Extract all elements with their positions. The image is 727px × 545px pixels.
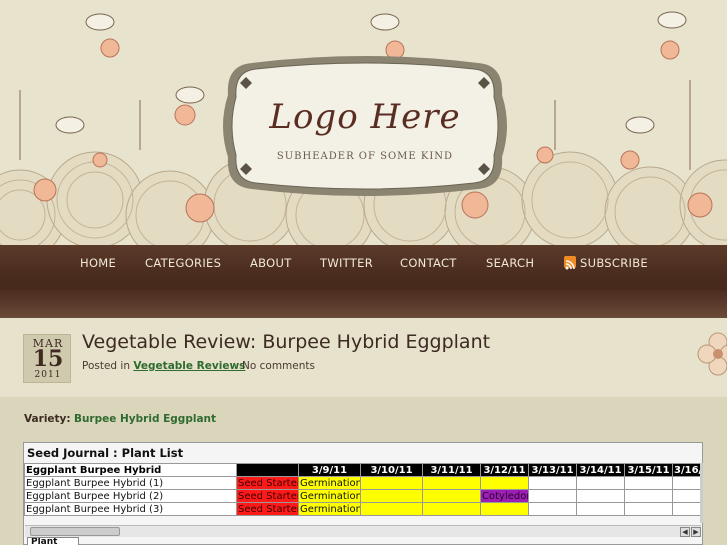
data-cell[interactable]: Germination [298, 489, 361, 503]
data-cell[interactable] [528, 476, 577, 490]
header-cell-date[interactable]: 3/12/11 [480, 463, 529, 477]
data-cell[interactable]: Seed Starter [236, 476, 299, 490]
data-cell[interactable]: Germination [298, 476, 361, 490]
data-cell[interactable] [360, 502, 423, 516]
sheet-tab-plant-list[interactable]: Plant List [27, 537, 79, 545]
data-cell[interactable] [360, 489, 423, 503]
post-meta: Posted in Vegetable Reviews [82, 360, 245, 372]
data-cell[interactable]: Seed Starter [236, 489, 299, 503]
rss-icon[interactable] [564, 256, 576, 270]
header-cell-date[interactable]: 3/9/11 [298, 463, 361, 477]
data-cell[interactable] [480, 502, 529, 516]
variety-label: Variety: [24, 413, 71, 425]
data-cell[interactable] [624, 476, 673, 490]
data-cell[interactable]: Cotyledons [480, 489, 529, 503]
data-cell[interactable] [422, 502, 481, 516]
logo-frame[interactable]: Logo Here SUBHEADER OF SOME KIND [222, 55, 508, 197]
logo-text: Logo Here [269, 97, 461, 137]
spreadsheet-header-row: Eggplant Burpee Hybrid 3/9/11 3/10/11 3/11/… [24, 463, 703, 477]
data-cell[interactable] [672, 502, 703, 516]
scroll-thumb[interactable] [30, 527, 120, 536]
data-cell[interactable] [624, 502, 673, 516]
data-cell[interactable] [576, 476, 625, 490]
post-date-day: 15 [32, 346, 64, 372]
nav-item-subscribe[interactable]: SUBSCRIBE [580, 256, 648, 270]
data-cell[interactable] [422, 476, 481, 490]
header-cell-date[interactable]: 3/14/11 [576, 463, 625, 477]
header-cell-date[interactable]: 3/15/11 [624, 463, 673, 477]
data-cell[interactable] [528, 502, 577, 516]
row-name-cell[interactable]: Eggplant Burpee Hybrid (1) [24, 476, 237, 490]
header-cell-date[interactable]: 3/16/11 [672, 463, 703, 477]
spreadsheet-row: Eggplant Burpee Hybrid (1) Seed Starter Ge… [24, 476, 703, 490]
variety-line: Variety: Burpee Hybrid Eggplant [24, 413, 216, 425]
flower-decoration-icon [697, 332, 727, 376]
nav-bottom-band [0, 290, 727, 318]
spreadsheet-row: Eggplant Burpee Hybrid (3) Seed Starter Ge… [24, 502, 703, 516]
vertical-scrollbar[interactable] [700, 463, 703, 523]
row-name-cell[interactable]: Eggplant Burpee Hybrid (3) [24, 502, 237, 516]
data-cell[interactable]: Seed Starter [236, 502, 299, 516]
horizontal-scrollbar[interactable]: ◀ ▶ [25, 525, 701, 537]
data-cell[interactable] [576, 489, 625, 503]
header-cell-date[interactable]: 3/10/11 [360, 463, 423, 477]
data-cell[interactable] [480, 476, 529, 490]
variety-value[interactable]: Burpee Hybrid Eggplant [74, 413, 216, 425]
data-cell[interactable] [576, 502, 625, 516]
embedded-spreadsheet[interactable]: Seed Journal : Plant List Eggplant Burpe… [23, 442, 703, 545]
spreadsheet-grid: Eggplant Burpee Hybrid 3/9/11 3/10/11 3/11/… [24, 463, 703, 516]
spreadsheet-title: Seed Journal : Plant List [27, 446, 184, 460]
data-cell[interactable] [624, 489, 673, 503]
header-cell-name[interactable]: Eggplant Burpee Hybrid [24, 463, 237, 477]
posted-in-label: Posted in [82, 360, 131, 372]
nav-item-home[interactable]: HOME [80, 256, 116, 270]
scroll-right-arrow-icon[interactable]: ▶ [691, 527, 701, 537]
nav-item-twitter[interactable]: TWITTER [320, 256, 373, 270]
post-date-year: 2011 [34, 370, 62, 380]
data-cell[interactable]: Germination [298, 502, 361, 516]
nav-item-about[interactable]: ABOUT [250, 256, 292, 270]
header-cell-date[interactable]: 3/11/11 [422, 463, 481, 477]
category-link[interactable]: Vegetable Reviews [133, 360, 245, 372]
site-header: Logo Here SUBHEADER OF SOME KIND [0, 0, 727, 245]
data-cell[interactable] [422, 489, 481, 503]
data-cell[interactable] [528, 489, 577, 503]
scroll-left-arrow-icon[interactable]: ◀ [680, 527, 690, 537]
data-cell[interactable] [672, 476, 703, 490]
nav-item-search[interactable]: SEARCH [486, 256, 534, 270]
row-name-cell[interactable]: Eggplant Burpee Hybrid (2) [24, 489, 237, 503]
post-title[interactable]: Vegetable Review: Burpee Hybrid Eggplant [82, 331, 490, 353]
nav-item-contact[interactable]: CONTACT [400, 256, 457, 270]
nav-item-categories[interactable]: CATEGORIES [145, 256, 221, 270]
post-date-badge: MAR 15 2011 [23, 334, 71, 383]
data-cell[interactable] [672, 489, 703, 503]
header-cell-date[interactable]: 3/13/11 [528, 463, 577, 477]
data-cell[interactable] [360, 476, 423, 490]
comments-link[interactable]: No comments [242, 360, 315, 372]
spreadsheet-row: Eggplant Burpee Hybrid (2) Seed Starter Ge… [24, 489, 703, 503]
logo-subheader: SUBHEADER OF SOME KIND [276, 151, 454, 162]
header-cell-blank[interactable] [236, 463, 299, 477]
